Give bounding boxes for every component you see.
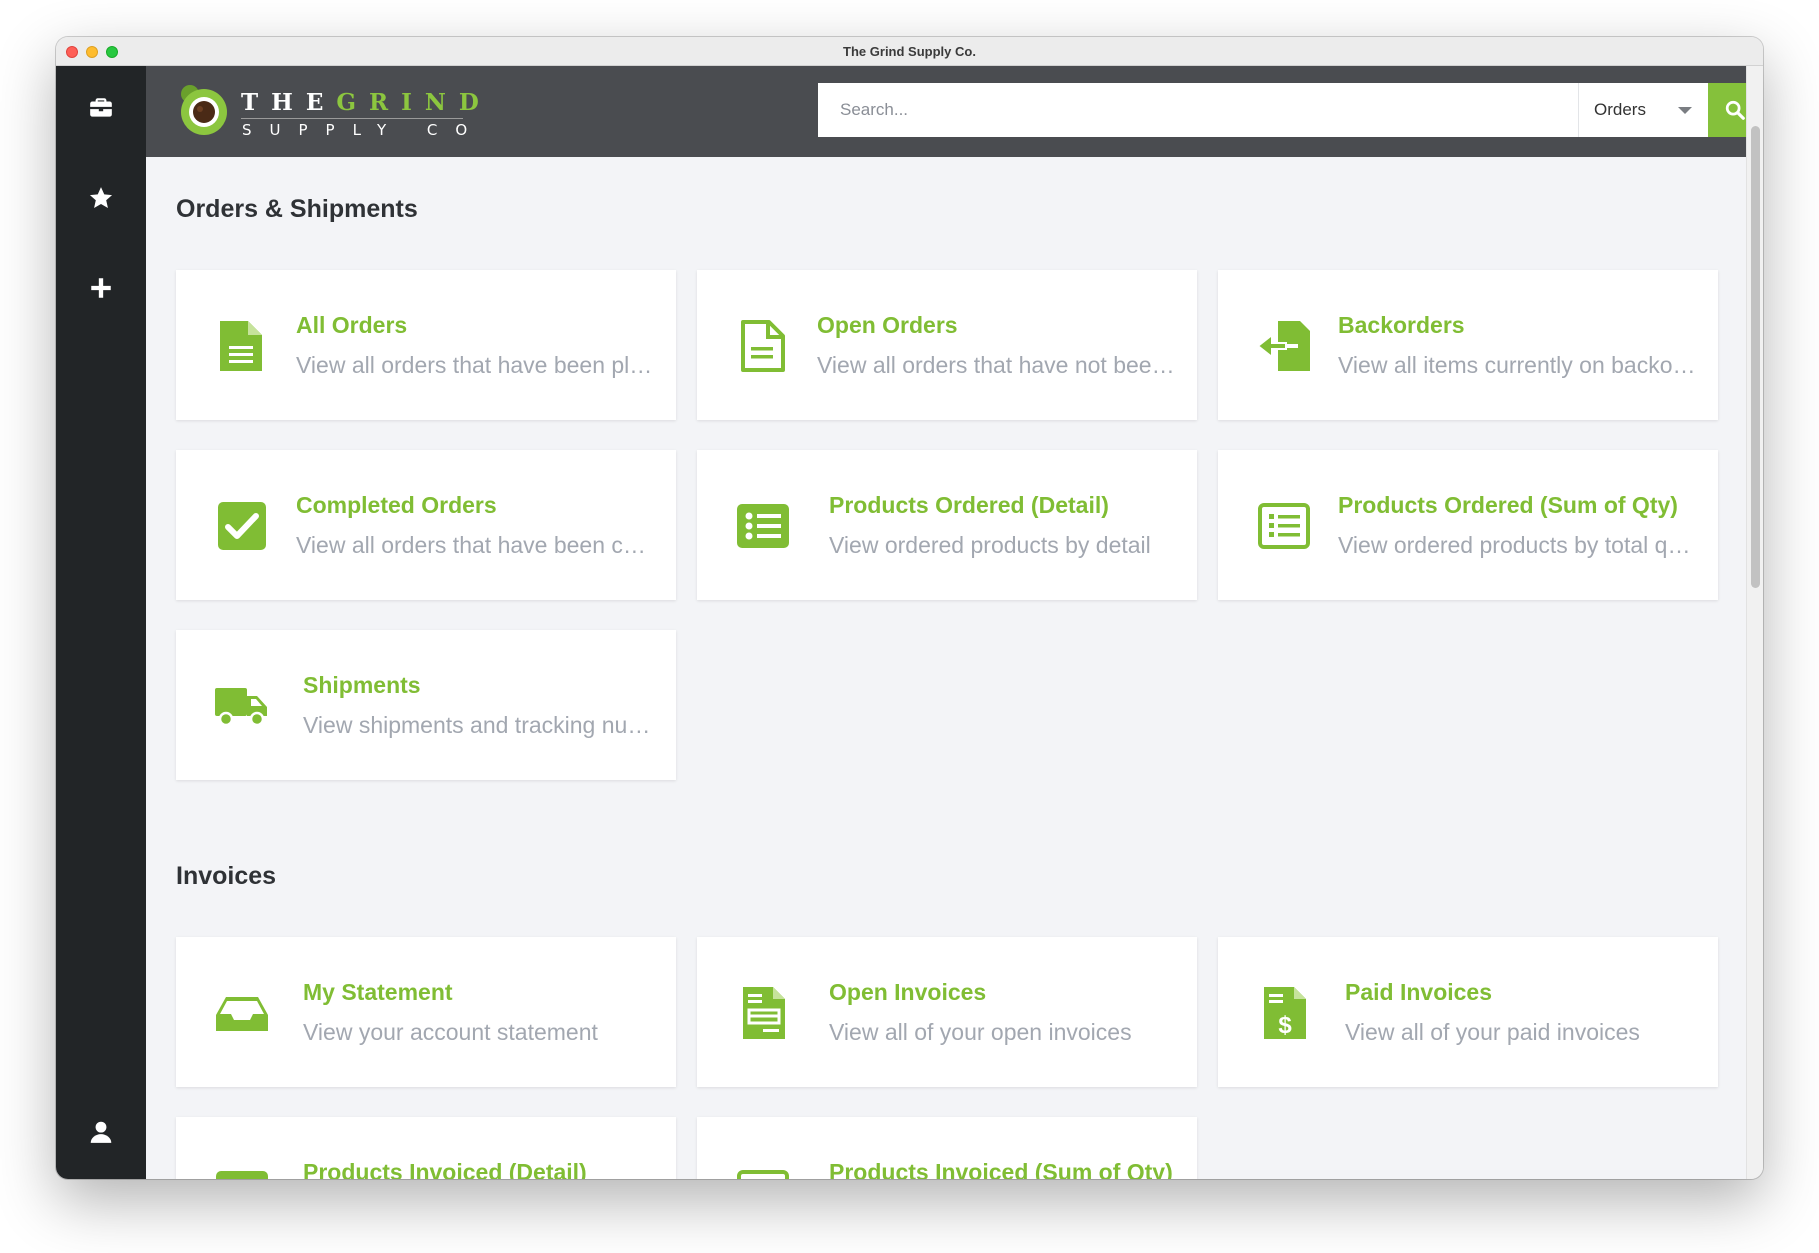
card-open-invoices[interactable]: Open Invoices View all of your open invo… (697, 937, 1197, 1087)
card-title: Open Invoices (829, 979, 987, 1005)
card-title: Backorders (1338, 312, 1465, 338)
card-title: Products Ordered (Sum of Qty) (1338, 492, 1678, 518)
card-description: View all items currently on backorder (1338, 352, 1698, 378)
card-description: View all orders that have not been shipp… (817, 352, 1177, 378)
card-title: All Orders (296, 312, 408, 338)
search-input[interactable] (818, 83, 1578, 137)
top-bar: THEGRIND SUPPLY CO Orders (146, 66, 1762, 157)
list-outline-icon (1256, 498, 1312, 554)
close-window-button[interactable] (66, 46, 78, 58)
svg-text:$: $ (1278, 1012, 1292, 1039)
user-icon[interactable] (56, 1102, 146, 1162)
coffee-cup-logo-icon (181, 85, 227, 135)
card-completed-orders[interactable]: Completed Orders View all orders that ha… (176, 450, 676, 600)
window-controls (66, 46, 118, 58)
card-products-ordered-detail[interactable]: Products Ordered (Detail) View ordered p… (697, 450, 1197, 600)
card-title: Paid Invoices (1345, 979, 1493, 1005)
logo-divider (241, 118, 463, 119)
briefcase-icon[interactable] (56, 78, 146, 138)
maximize-window-button[interactable] (106, 46, 118, 58)
document-icon (214, 318, 270, 374)
window-title: The Grind Supply Co. (843, 43, 976, 59)
card-description: View all orders that have been completed (296, 532, 656, 558)
card-title: Shipments (303, 672, 421, 698)
invoice-icon (735, 985, 791, 1041)
scrollbar-thumb[interactable] (1751, 126, 1760, 588)
card-description: View ordered products by detail (829, 532, 1151, 558)
card-description: View ordered products by total quantity (1338, 532, 1698, 558)
card-open-orders[interactable]: Open Orders View all orders that have no… (697, 270, 1197, 420)
search-scope-select[interactable]: Orders (1578, 83, 1708, 137)
list-icon (735, 498, 791, 554)
card-products-invoiced-sum[interactable]: Products Invoiced (Sum of Qty) (697, 1117, 1197, 1179)
title-bar: The Grind Supply Co. (56, 37, 1763, 66)
search-bar: Orders (818, 83, 1762, 137)
check-square-icon (214, 498, 270, 554)
card-title: Products Invoiced (Sum of Qty) (829, 1159, 1173, 1179)
card-title: Completed Orders (296, 492, 497, 518)
backorder-icon (1256, 318, 1312, 374)
section-title-invoices: Invoices (176, 862, 277, 890)
card-title: Products Ordered (Detail) (829, 492, 1109, 518)
logo-wordmark-top: THEGRIND (241, 89, 492, 116)
card-description: View all of your open invoices (829, 1019, 1132, 1045)
card-description: View shipments and tracking numbers (303, 712, 653, 738)
scrollbar[interactable] (1746, 66, 1763, 1179)
card-paid-invoices[interactable]: $ Paid Invoices View all of your paid in… (1218, 937, 1718, 1087)
card-products-ordered-sum[interactable]: Products Ordered (Sum of Qty) View order… (1218, 450, 1718, 600)
card-description: View your account statement (303, 1019, 598, 1045)
logo-wordmark-bottom: SUPPLY CO (242, 121, 486, 139)
card-title: My Statement (303, 979, 453, 1005)
main-content: Orders & Shipments All Orders View all o… (146, 157, 1747, 1179)
inbox-icon (214, 985, 270, 1041)
truck-icon (214, 678, 270, 734)
dollar-invoice-icon: $ (1256, 985, 1312, 1041)
list-outline-icon (735, 1165, 791, 1179)
card-title: Products Invoiced (Detail) (303, 1159, 587, 1179)
app-window: The Grind Supply Co. THEGRIND SUPPLY CO … (56, 37, 1763, 1179)
sidebar (56, 66, 146, 1179)
card-description: View all of your paid invoices (1345, 1019, 1640, 1045)
search-scope-value: Orders (1594, 100, 1646, 119)
minimize-window-button[interactable] (86, 46, 98, 58)
caret-down-icon (1678, 107, 1692, 114)
company-logo[interactable]: THEGRIND SUPPLY CO (176, 84, 479, 140)
card-backorders[interactable]: Backorders View all items currently on b… (1218, 270, 1718, 420)
card-description: View all orders that have been placed (296, 352, 656, 378)
star-icon[interactable] (56, 168, 146, 228)
card-products-invoiced-detail[interactable]: Products Invoiced (Detail) (176, 1117, 676, 1179)
plus-icon[interactable] (56, 258, 146, 318)
card-shipments[interactable]: Shipments View shipments and tracking nu… (176, 630, 676, 780)
card-my-statement[interactable]: My Statement View your account statement (176, 937, 676, 1087)
card-title: Open Orders (817, 312, 958, 338)
section-title-orders: Orders & Shipments (176, 195, 418, 223)
card-all-orders[interactable]: All Orders View all orders that have bee… (176, 270, 676, 420)
search-icon (1725, 100, 1745, 120)
document-outline-icon (735, 318, 791, 374)
list-icon (214, 1165, 270, 1179)
